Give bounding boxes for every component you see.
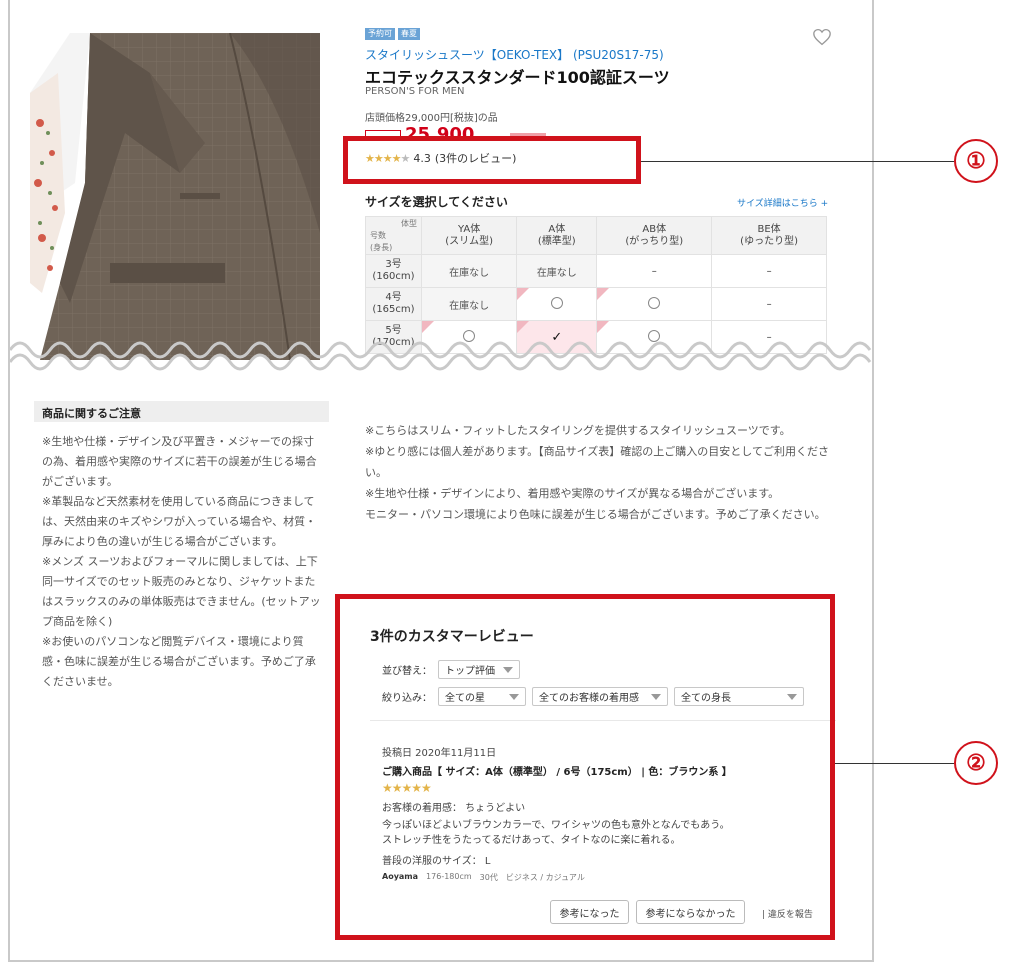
product-series-link[interactable]: スタイリッシュスーツ【OEKO-TEX】 (PSU20S17-75) <box>365 46 664 63</box>
size-table: 体型 号数 (身長) YA体 (スリム型) A体 (標準型) AB体 (がっちり型) … <box>365 216 827 354</box>
corner-size-label: 号数 (身長) <box>370 230 393 252</box>
product-price: 25,900 <box>405 124 475 137</box>
size-row-4: 4号 (165cm) 在庫なし – <box>365 287 827 321</box>
notice-line: ※メンズ スーツおよびフォーマルに関しましては、上下同一サイズでのセット販売のみ… <box>42 555 321 628</box>
notice-line: ※お使いのパソコンなど閲覧デバイス・環境により質感・色味に誤差が生じる場合がござ… <box>42 635 316 688</box>
callout-line-1 <box>641 161 954 162</box>
row-size: 5号 <box>385 325 402 336</box>
size-option-4-a[interactable] <box>516 287 598 321</box>
col-sublabel: (標準型) <box>537 235 576 247</box>
badge-reservable: 予約可 <box>365 28 395 40</box>
size-table-corner: 体型 号数 (身長) <box>365 216 422 255</box>
product-brand: PERSON'S FOR MEN <box>365 86 465 97</box>
highlight-box-reviews <box>335 594 835 940</box>
highlight-box-rating <box>343 136 641 184</box>
col-sublabel: (がっちり型) <box>625 235 684 247</box>
size-cell-out-of-stock: 在庫なし <box>420 254 518 288</box>
size-option-4-ab[interactable] <box>596 287 713 321</box>
notice-heading: 商品に関するご注意 <box>34 401 329 422</box>
size-cell-unavailable: – <box>711 254 827 288</box>
row-height: (165cm) <box>372 304 415 315</box>
size-radio[interactable] <box>648 296 661 309</box>
row-height: (160cm) <box>372 271 415 282</box>
size-col-ab: AB体 (がっちり型) <box>596 216 713 255</box>
size-col-be: BE体 (ゆったり型) <box>711 216 827 255</box>
row-size: 4号 <box>385 292 402 303</box>
product-badges: 予約可 春夏 <box>365 28 420 40</box>
badge-season: 春夏 <box>398 28 420 40</box>
description-line: ※生地や仕様・デザインにより、着用感や実際のサイズが異なる場合がございます。 <box>365 487 780 500</box>
product-title: エコテックススタンダード100認証スーツ <box>365 68 670 87</box>
store-price-note: 店頭価格29,000円[税抜]の品 <box>365 113 498 124</box>
description-line: モニター・パソコン環境により色味に誤差が生じる場合がございます。予めご了承くださ… <box>365 508 826 521</box>
callout-marker-2: ② <box>954 741 998 785</box>
col-sublabel: (スリム型) <box>445 235 494 247</box>
size-cell-out-of-stock: 在庫なし <box>516 254 598 288</box>
size-detail-link[interactable]: サイズ詳細はこちら + <box>737 196 828 209</box>
size-col-ya: YA体 (スリム型) <box>420 216 518 255</box>
callout-marker-1: ① <box>954 139 998 183</box>
col-label: A体 <box>548 223 566 235</box>
favorite-heart-icon[interactable] <box>812 28 832 46</box>
size-cell-unavailable: – <box>711 287 827 321</box>
row-label: 4号 (165cm) <box>365 287 422 321</box>
col-label: BE体 <box>757 223 781 235</box>
row-label: 3号 (160cm) <box>365 254 422 288</box>
col-label: AB体 <box>642 223 667 235</box>
col-sublabel: (ゆったり型) <box>740 235 798 247</box>
notice-body: ※生地や仕様・デザイン及び平置き・メジャーでの採寸の為、着用感や実際のサイズに若… <box>42 432 324 692</box>
description-line: ※こちらはスリム・フィットしたスタイリングを提供するスタイリッシュスーツです。 <box>365 424 791 437</box>
callout-line-2 <box>835 763 954 764</box>
size-cell-out-of-stock: 在庫なし <box>420 287 518 321</box>
suit-illustration <box>30 33 320 360</box>
row-size: 3号 <box>385 259 402 270</box>
notice-line: ※生地や仕様・デザイン及び平置き・メジャーでの採寸の為、着用感や実際のサイズに若… <box>42 435 317 488</box>
corner-body-type: 体型 <box>401 218 417 228</box>
size-row-3: 3号 (160cm) 在庫なし 在庫なし – – <box>365 254 827 288</box>
size-col-a: A体 (標準型) <box>516 216 598 255</box>
size-radio[interactable] <box>550 296 563 309</box>
description-line: ※ゆとり感には個人差があります。【商品サイズ表】確認の上ご購入の目安としてご利用… <box>365 445 829 479</box>
size-select-title: サイズを選択してください <box>365 195 508 209</box>
torn-edge-divider <box>10 341 872 380</box>
notice-line: ※革製品など天然素材を使用している商品につきましては、天然由来のキズやシワが入っ… <box>42 495 317 548</box>
col-label: YA体 <box>458 223 481 235</box>
product-description: ※こちらはスリム・フィットしたスタイリングを提供するスタイリッシュスーツです。 … <box>365 420 835 525</box>
product-image[interactable] <box>30 33 320 360</box>
size-cell-unavailable: – <box>596 254 713 288</box>
